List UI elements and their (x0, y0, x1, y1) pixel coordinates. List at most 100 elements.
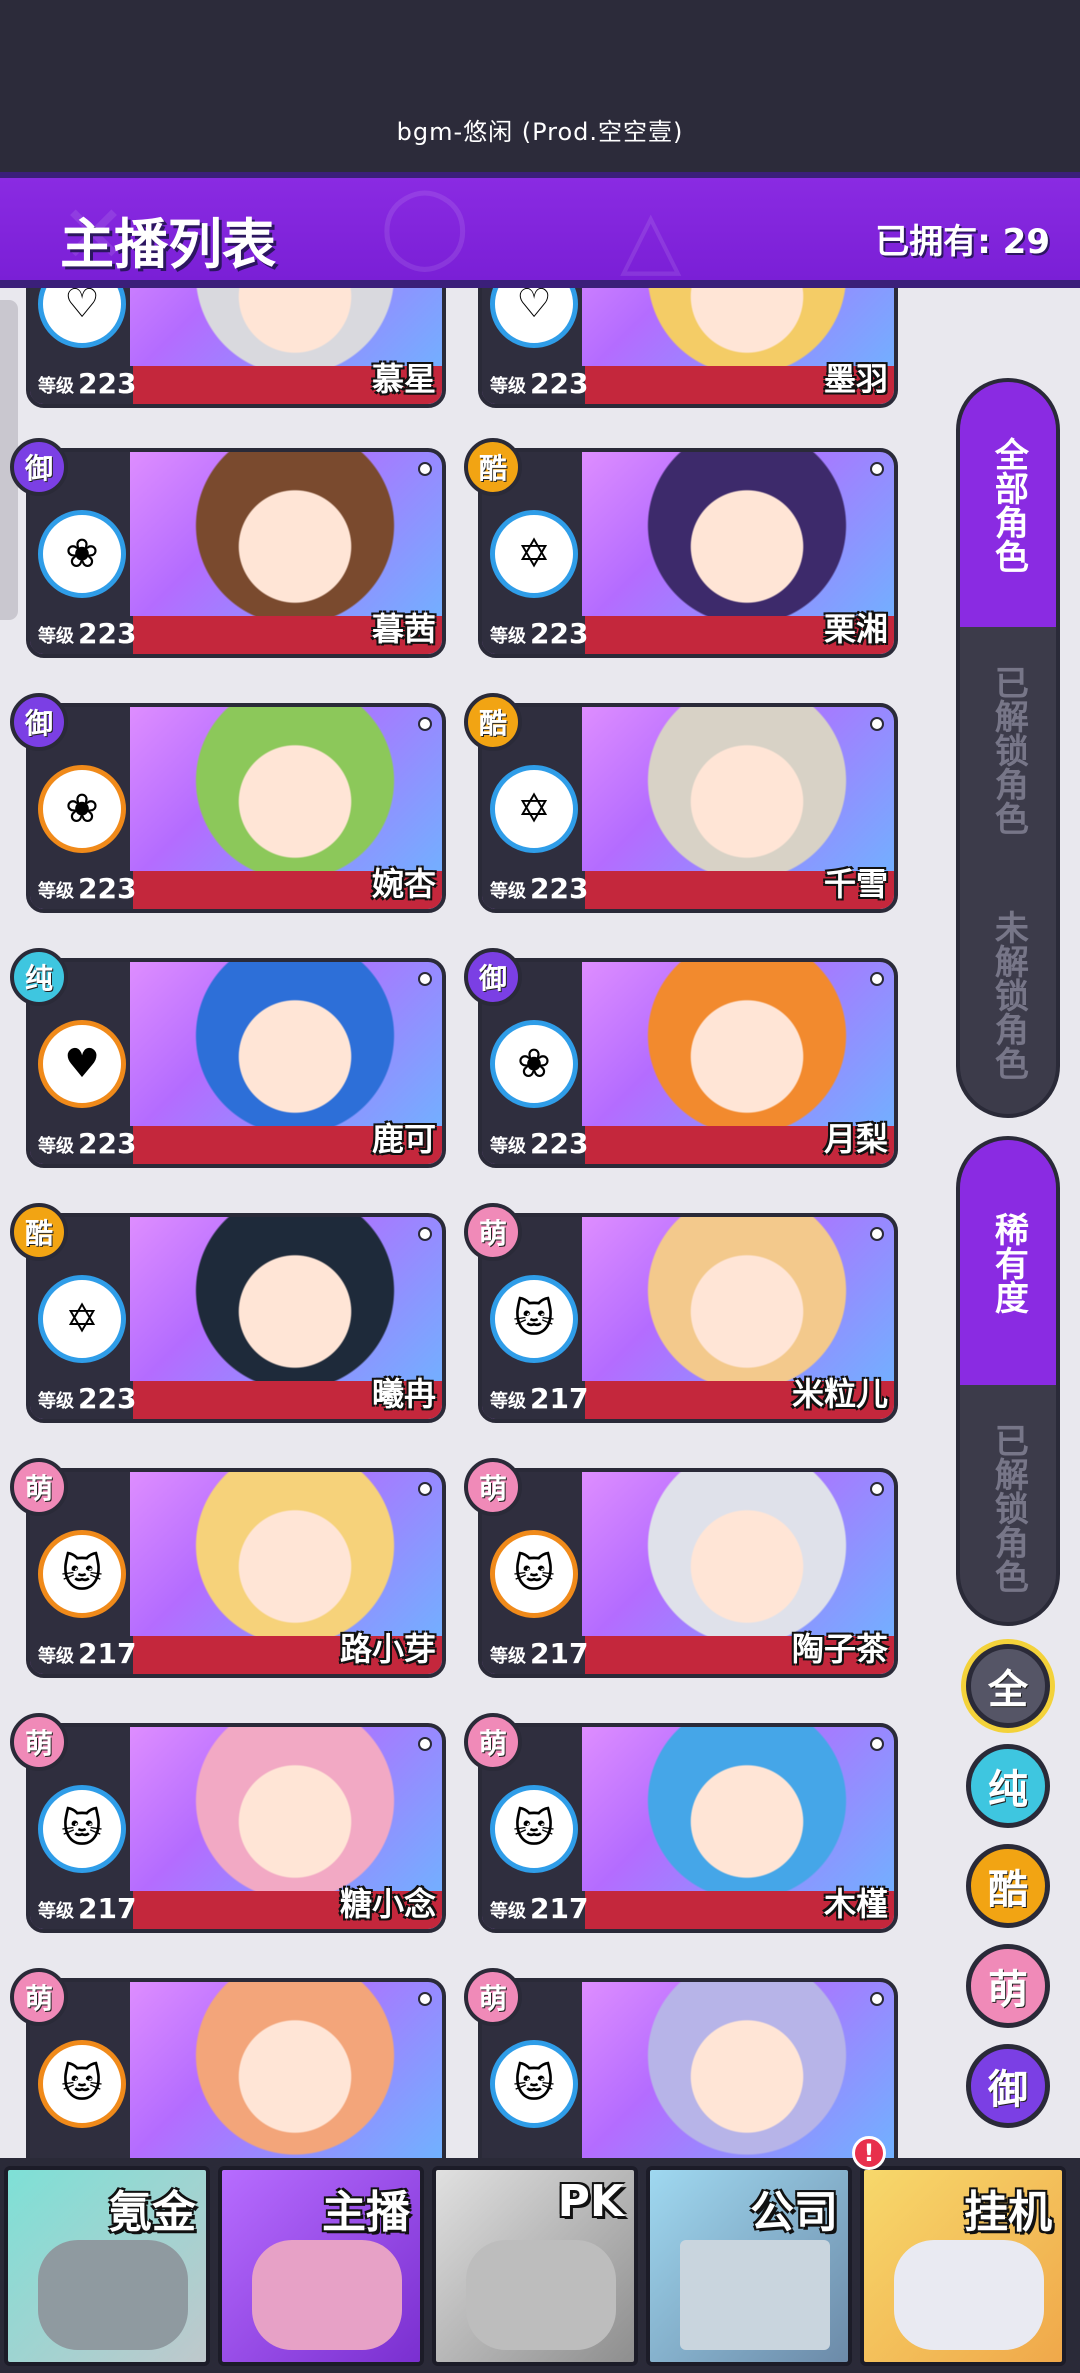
card-dot (418, 1227, 432, 1241)
streamer-name: 墨羽 (823, 360, 888, 398)
streamer-name: 路小芽 (339, 1630, 436, 1668)
level-label: 等级 (490, 1391, 526, 1412)
streamer-card[interactable]: ♡ 等级 223 慕星 (26, 288, 446, 408)
streamer-card[interactable]: 🐱 (478, 1978, 898, 2158)
filter-all-roles[interactable]: 全部角色 (960, 382, 1056, 627)
level-label: 等级 (38, 1646, 74, 1667)
card-dot (870, 1737, 884, 1751)
filter-rarity-unlocked[interactable]: 已解锁角色 (960, 1385, 1056, 1622)
level-value: 223 (78, 617, 137, 650)
star-icon: ✡ (490, 510, 578, 598)
star-icon: ✡ (38, 1275, 126, 1363)
card-dot (870, 462, 884, 476)
rarity-royal-button[interactable]: 御 (966, 2044, 1050, 2128)
streamer-name: 糖小念 (339, 1885, 436, 1923)
nav-label: 挂机 (964, 2187, 1052, 2238)
streamer-card[interactable]: ❀ 等级 223 月梨 (478, 958, 898, 1168)
streamer-name: 千雪 (823, 865, 888, 903)
streamer-name: 米粒儿 (791, 1375, 888, 1413)
cat-icon: 🐱 (38, 2040, 126, 2128)
streamer-name: 曦冉 (371, 1375, 436, 1413)
level-value: 223 (530, 872, 589, 905)
rose-icon: ❀ (490, 1020, 578, 1108)
status-area: bgm-悠闲 (Prod.空空壹) (0, 0, 1080, 172)
rarity-badge: 萌 (464, 1713, 522, 1771)
rarity-cool-button[interactable]: 酷 (966, 1844, 1050, 1928)
rarity-cute-button[interactable]: 萌 (966, 1944, 1050, 2028)
streamer-card[interactable]: 🐱 等级 217 路小芽 (26, 1468, 446, 1678)
card-dot (870, 1227, 884, 1241)
level-label: 等级 (490, 881, 526, 902)
role-filter-group: 全部角色 已解锁角色 未解锁角色 (956, 378, 1060, 1118)
header-bar: ✕ ◯ △ 主播列表 已拥有: 29 (0, 172, 1080, 288)
streamer-card[interactable]: 🐱 (26, 1978, 446, 2158)
card-dot (418, 1737, 432, 1751)
streamer-portrait (180, 1982, 410, 2158)
level-value: 223 (78, 1127, 137, 1160)
level-label: 等级 (490, 376, 526, 397)
rarity-pure-button[interactable]: 纯 (966, 1744, 1050, 1828)
streamer-card[interactable]: 🐱 等级 217 木槿 (478, 1723, 898, 1933)
level-value: 223 (78, 872, 137, 905)
coin-stack-icon (38, 2240, 188, 2350)
nav-tab-company[interactable]: 公司 (646, 2166, 852, 2366)
streamer-card[interactable]: ✡ 等级 223 曦冉 (26, 1213, 446, 1423)
streamer-card[interactable]: ✡ 等级 223 栗湘 (478, 448, 898, 658)
streamer-name: 暮茜 (371, 610, 436, 648)
page-title: 主播列表 (60, 213, 276, 276)
pig-icon (252, 2240, 402, 2350)
streamer-card[interactable]: 🐱 等级 217 糖小念 (26, 1723, 446, 1933)
cat-icon: 🐱 (490, 2040, 578, 2128)
level-value: 217 (530, 1637, 589, 1670)
streamer-name: 鹿可 (371, 1120, 436, 1158)
piggy-bank-icon (894, 2240, 1044, 2350)
streamer-card[interactable]: ✡ 等级 223 千雪 (478, 703, 898, 913)
streamer-name: 栗湘 (823, 610, 888, 648)
nav-label: 氪金 (108, 2187, 196, 2238)
level-value: 217 (530, 1892, 589, 1925)
nav-tab-pk[interactable]: PK (432, 2166, 638, 2366)
streamer-list[interactable]: ♡ 等级 223 慕星 ♡ 等级 223 墨羽 ❀ 等级 223 暮茜 御 ✡ … (0, 288, 950, 2158)
card-dot (418, 1992, 432, 2006)
level-label: 等级 (490, 1901, 526, 1922)
level-label: 等级 (38, 376, 74, 397)
streamer-card[interactable]: ❀ 等级 223 婉杏 (26, 703, 446, 913)
card-dot (870, 717, 884, 731)
nav-tab-recharge[interactable]: 氪金 (4, 2166, 210, 2366)
streamer-card[interactable]: ♡ 等级 223 墨羽 (478, 288, 898, 408)
nav-label: 主播 (322, 2187, 410, 2238)
rarity-badge: 萌 (10, 1713, 68, 1771)
card-dot (418, 972, 432, 986)
star-icon: ✡ (490, 765, 578, 853)
streamer-name: 陶子茶 (791, 1630, 888, 1668)
decor-shape: ◯ (380, 178, 470, 271)
level-value: 223 (78, 1382, 137, 1415)
cat-icon: 🐱 (490, 1785, 578, 1873)
level-value: 223 (530, 617, 589, 650)
heartbeat-icon: ♥ (38, 1020, 126, 1108)
notification-badge: ! (852, 2136, 886, 2170)
card-dot (418, 1482, 432, 1496)
filter-unlocked-roles[interactable]: 已解锁角色 (960, 627, 1056, 872)
filter-rarity[interactable]: 稀有度 (960, 1140, 1056, 1385)
streamer-card[interactable]: 🐱 等级 217 米粒儿 (478, 1213, 898, 1423)
filter-locked-roles[interactable]: 未解锁角色 (960, 872, 1056, 1114)
card-dot (870, 972, 884, 986)
level-label: 等级 (490, 1646, 526, 1667)
streamer-card[interactable]: 🐱 等级 217 陶子茶 (478, 1468, 898, 1678)
level-value: 217 (78, 1892, 137, 1925)
rarity-badge: 纯 (10, 948, 68, 1006)
rose-icon: ❀ (38, 765, 126, 853)
nav-tab-idle[interactable]: 挂机 (860, 2166, 1066, 2366)
level-label: 等级 (38, 881, 74, 902)
card-dot (418, 717, 432, 731)
level-value: 223 (78, 367, 137, 400)
streamer-card[interactable]: ❀ 等级 223 暮茜 (26, 448, 446, 658)
rarity-all-button[interactable]: 全 (966, 1644, 1050, 1728)
nav-tab-streamer[interactable]: 主播 (218, 2166, 424, 2366)
level-value: 223 (530, 367, 589, 400)
level-label: 等级 (38, 1901, 74, 1922)
streamer-card[interactable]: ♥ 等级 223 鹿可 (26, 958, 446, 1168)
versus-icon (466, 2240, 616, 2350)
cat-icon: 🐱 (490, 1530, 578, 1618)
